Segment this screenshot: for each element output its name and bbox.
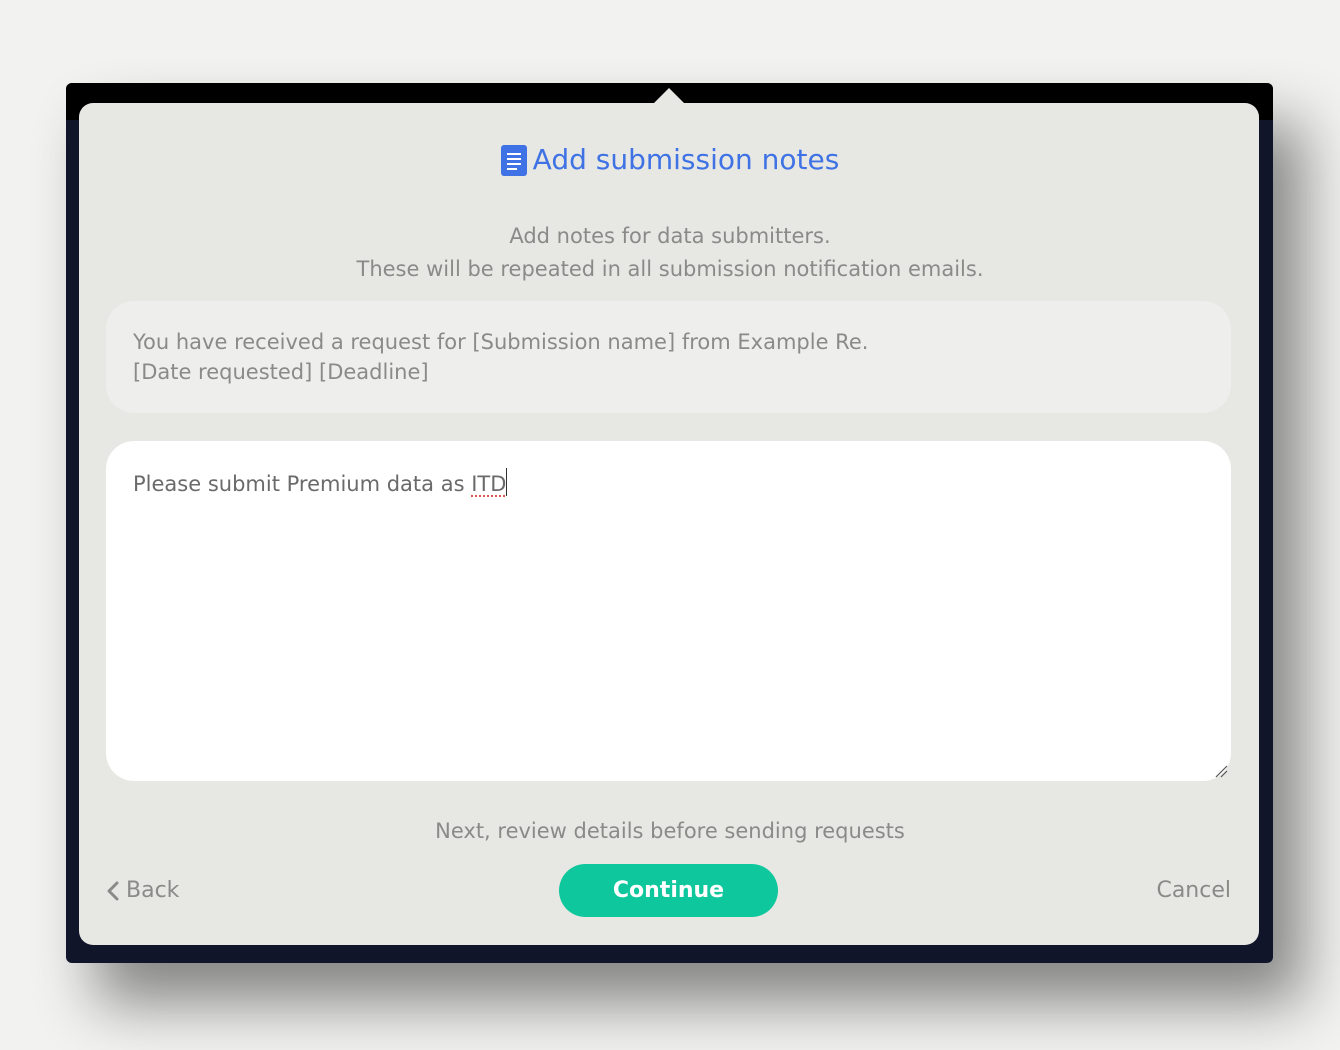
notes-text: Please submit Premium data as xyxy=(133,472,472,496)
popover-caret xyxy=(654,88,684,103)
chevron-left-icon xyxy=(107,881,119,901)
cancel-button[interactable]: Cancel xyxy=(1156,875,1231,907)
notes-misspelled-word: ITD xyxy=(471,472,507,496)
dialog-subtitle-line-1: Add notes for data submitters. xyxy=(509,224,831,248)
document-icon xyxy=(500,144,527,176)
resize-handle-icon[interactable] xyxy=(1214,764,1228,778)
dialog-header: Add submission notes xyxy=(0,143,1340,177)
back-button[interactable]: Back xyxy=(106,875,179,907)
dialog-subtitle-line-2: These will be repeated in all submission… xyxy=(356,257,984,281)
submission-notes-textarea[interactable]: Please submit Premium data as ITD xyxy=(106,441,1231,781)
continue-button[interactable]: Continue xyxy=(559,864,778,917)
next-step-hint: Next, review details before sending requ… xyxy=(435,819,905,843)
back-button-label: Back xyxy=(126,878,180,903)
text-cursor xyxy=(506,468,508,496)
notification-template-preview: You have received a request for [Submiss… xyxy=(106,301,1231,413)
template-line-1: You have received a request for [Submiss… xyxy=(133,330,869,354)
dialog-title: Add submission notes xyxy=(532,143,840,176)
template-line-2: [Date requested] [Deadline] xyxy=(133,360,429,384)
